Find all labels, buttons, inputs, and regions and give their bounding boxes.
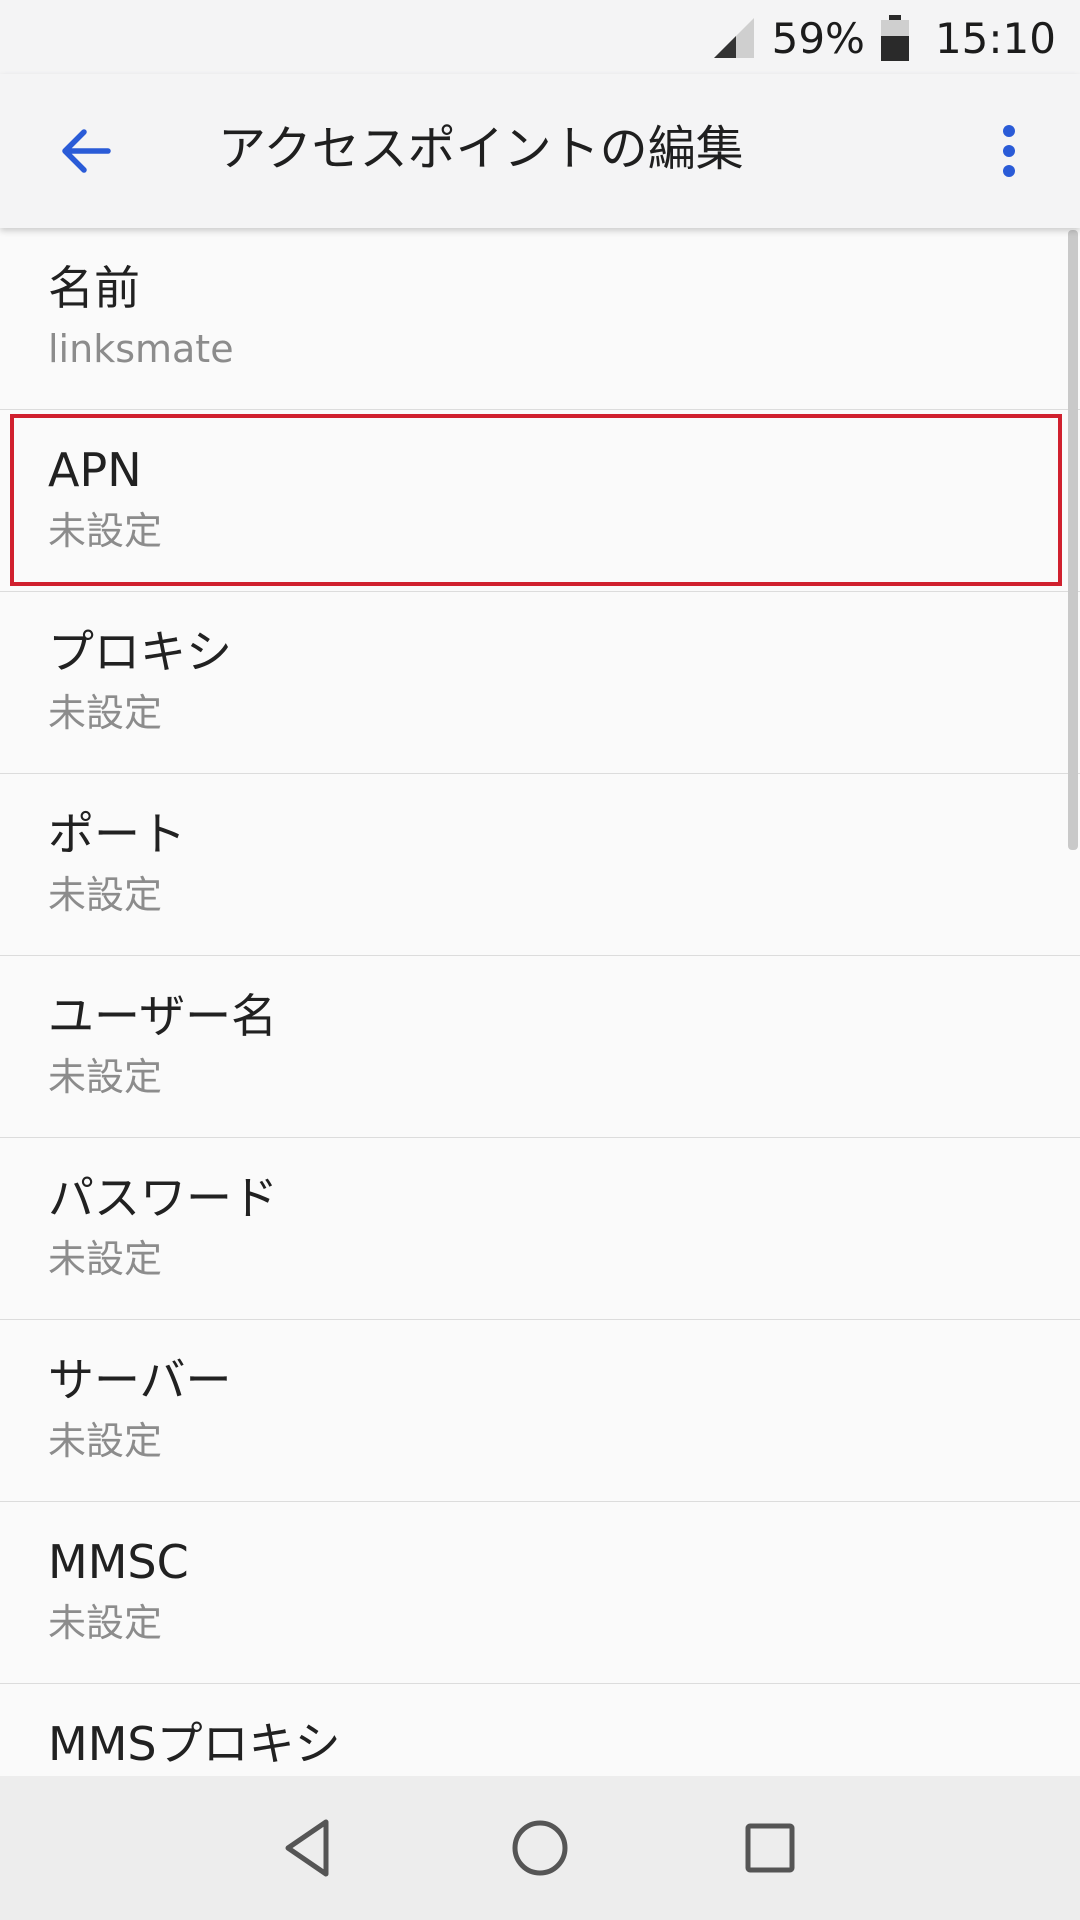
highlight-box [10,414,1062,586]
list-item-password[interactable]: パスワード 未設定 [0,1138,1080,1320]
item-title: 名前 [48,261,140,315]
list-item-username[interactable]: ユーザー名 未設定 [0,956,1080,1138]
back-button[interactable] [44,110,126,192]
item-title: プロキシ [48,625,232,679]
nav-recents-button[interactable] [715,1793,825,1903]
item-summary: 未設定 [48,1601,163,1645]
status-bar: 59% 15:10 [0,0,1080,74]
list-item-name[interactable]: 名前 linksmate [0,228,1080,410]
arrow-back-icon [62,129,111,173]
item-summary: 未設定 [48,1237,163,1281]
signal-icon [713,18,754,58]
item-title: パスワード [48,1171,278,1225]
item-title: サーバー [48,1353,232,1407]
list-item-port[interactable]: ポート 未設定 [0,774,1080,956]
item-title: APN [48,443,142,497]
more-vert-icon [1003,125,1015,177]
screen: 59% 15:10 アクセスポイントの編集 名前 linksmate APN 未… [0,0,1080,1920]
item-title: ユーザー名 [48,989,278,1043]
recents-square-icon [745,1823,795,1873]
home-circle-icon [512,1820,568,1876]
page-title: アクセスポイントの編集 [218,121,744,177]
item-summary: 未設定 [48,509,163,553]
list-item-proxy[interactable]: プロキシ 未設定 [0,592,1080,774]
navigation-bar [0,1776,1080,1920]
item-title: MMSプロキシ [48,1717,341,1771]
scrollbar[interactable] [1068,230,1078,850]
overflow-menu-button[interactable] [968,110,1050,192]
item-summary: 未設定 [48,1055,163,1099]
app-bar: アクセスポイントの編集 [0,74,1080,228]
list-item-mms-proxy[interactable]: MMSプロキシ [0,1684,1080,1776]
clock: 15:10 [934,13,1056,63]
battery-percent: 59% [771,13,865,63]
item-title: ポート [48,807,186,861]
item-summary: linksmate [48,327,234,371]
item-title: MMSC [48,1535,189,1589]
item-summary: 未設定 [48,1419,163,1463]
list-item-mmsc[interactable]: MMSC 未設定 [0,1502,1080,1684]
back-triangle-icon [285,1819,329,1877]
item-summary: 未設定 [48,691,163,735]
battery-icon [880,15,909,61]
item-summary: 未設定 [48,873,163,917]
status-indicators: 59% 15:10 [710,10,1056,66]
nav-home-button[interactable] [485,1793,595,1903]
apn-settings-list[interactable]: 名前 linksmate APN 未設定 プロキシ 未設定 ポート 未設定 ユー… [0,228,1080,1776]
list-item-apn[interactable]: APN 未設定 [0,410,1080,592]
list-item-server[interactable]: サーバー 未設定 [0,1320,1080,1502]
nav-back-button[interactable] [255,1793,365,1903]
